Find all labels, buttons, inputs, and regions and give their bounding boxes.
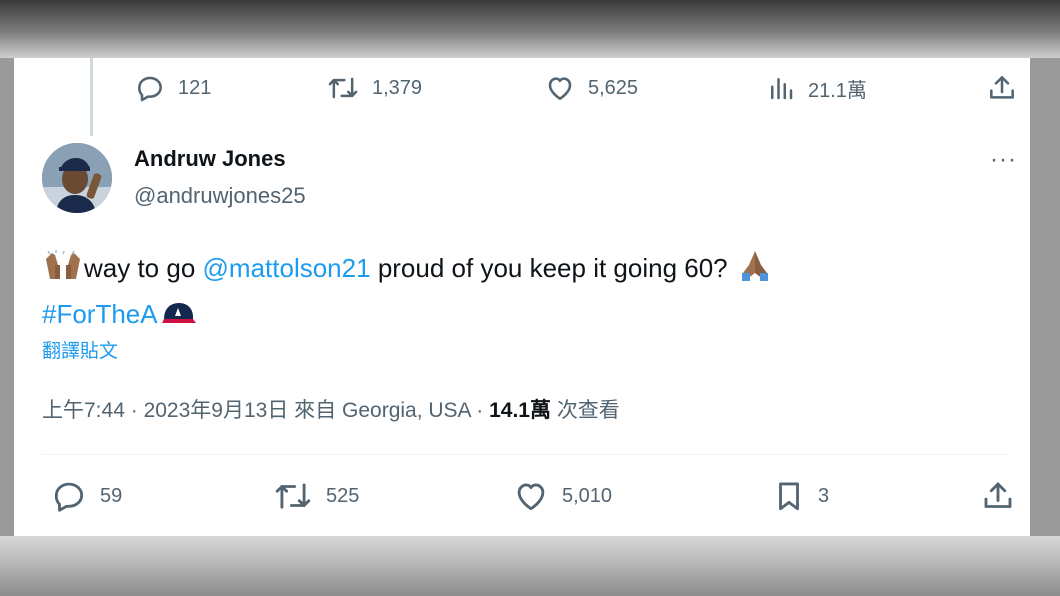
previous-retweet-count: 1,379 bbox=[372, 76, 423, 99]
blurred-top-edge bbox=[0, 0, 1060, 58]
reply-button[interactable]: 59 bbox=[50, 476, 122, 516]
translate-post-link[interactable]: 翻譯貼文 bbox=[42, 336, 118, 363]
bookmark-count: 3 bbox=[818, 484, 830, 507]
like-count: 5,010 bbox=[562, 484, 613, 507]
share-button[interactable] bbox=[980, 476, 1016, 516]
views-icon bbox=[771, 78, 793, 100]
tweet-views-count: 14.1萬 bbox=[489, 399, 551, 422]
retweet-icon bbox=[328, 77, 358, 99]
mention-link[interactable]: @mattolson21 bbox=[203, 253, 371, 283]
retweet-count: 525 bbox=[326, 484, 360, 507]
share-icon bbox=[984, 482, 1012, 508]
bookmark-button[interactable]: 3 bbox=[772, 476, 829, 516]
author-handle[interactable]: @andruwjones25 bbox=[134, 183, 306, 209]
retweet-icon bbox=[275, 483, 311, 509]
previous-reply-button[interactable]: 121 bbox=[134, 68, 211, 108]
previous-share-button[interactable] bbox=[986, 68, 1018, 108]
hashtag-link[interactable]: #ForTheA bbox=[42, 299, 158, 329]
reply-count: 59 bbox=[100, 484, 123, 507]
tweet-card: 121 1,379 5,625 21.1萬 Andruw Jones @andr… bbox=[14, 58, 1030, 536]
previous-reply-count: 121 bbox=[178, 76, 212, 99]
share-icon bbox=[990, 76, 1014, 99]
tweet-text-after: proud of you keep it going 60? bbox=[377, 253, 728, 283]
previous-views-count: 21.1萬 bbox=[808, 79, 867, 102]
retweet-button[interactable]: 525 bbox=[272, 476, 359, 516]
like-button[interactable]: 5,010 bbox=[512, 476, 612, 516]
more-icon[interactable]: ··· bbox=[990, 148, 1017, 172]
tweet-text: way to go @mattolson21 proud of you keep… bbox=[42, 248, 1002, 340]
like-icon bbox=[548, 77, 572, 100]
previous-retweet-button[interactable]: 1,379 bbox=[326, 68, 422, 108]
tweet-views-label: 次查看 bbox=[556, 399, 620, 422]
tweet-time[interactable]: 上午7:44 bbox=[42, 399, 125, 422]
folded-hands-emoji bbox=[737, 249, 773, 294]
braves-cap-emoji bbox=[160, 299, 198, 340]
raising-hands-emoji bbox=[44, 249, 82, 294]
divider bbox=[42, 454, 1010, 455]
tweet-text-before: way to go bbox=[84, 253, 196, 283]
thread-connector-line bbox=[90, 58, 93, 136]
previous-like-button[interactable]: 5,625 bbox=[544, 68, 638, 108]
tweet-metadata: 上午7:44 · 2023年9月13日 來自 Georgia, USA · 14… bbox=[42, 394, 620, 424]
author-avatar[interactable] bbox=[42, 143, 112, 213]
reply-icon bbox=[138, 76, 162, 102]
tweet-source: 來自 Georgia, USA bbox=[294, 399, 471, 422]
bookmark-icon bbox=[779, 482, 799, 511]
previous-like-count: 5,625 bbox=[588, 76, 639, 99]
blurred-bottom-edge bbox=[0, 536, 1060, 596]
like-icon bbox=[517, 483, 545, 511]
reply-icon bbox=[54, 482, 84, 512]
meta-separator: · bbox=[130, 399, 138, 422]
previous-views-button[interactable]: 21.1萬 bbox=[766, 68, 867, 108]
tweet-date[interactable]: 2023年9月13日 bbox=[144, 399, 289, 422]
meta-separator: · bbox=[476, 399, 484, 422]
author-name[interactable]: Andruw Jones bbox=[134, 146, 286, 172]
